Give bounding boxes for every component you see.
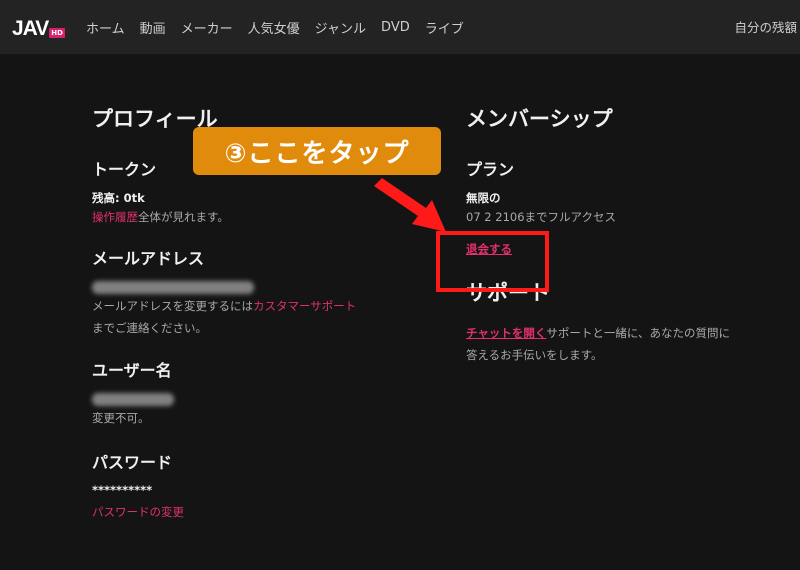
password-masked: ********** (92, 483, 153, 497)
support-text-line2: 答えるお手伝いをします。 (466, 348, 603, 362)
nav-item-makers[interactable]: メーカー (181, 18, 233, 37)
site-logo[interactable]: JAV HD (12, 14, 65, 40)
support-text-line1: チャットを開くサポートと一緒に、あなたの質問に (466, 322, 796, 344)
plan-heading: プラン (466, 160, 515, 179)
password-heading: パスワード (92, 453, 173, 472)
main-nav: ホーム 動画 メーカー 人気女優 ジャンル DVD ライブ (86, 0, 479, 54)
membership-title: メンバーシップ (466, 107, 613, 131)
nav-item-home[interactable]: ホーム (86, 18, 125, 37)
history-link[interactable]: 操作履歴 (92, 210, 138, 224)
highlight-box (436, 231, 549, 292)
nav-item-live[interactable]: ライブ (425, 18, 464, 37)
username-value-blurred (92, 391, 422, 407)
email-value-blurred (92, 279, 422, 295)
nav-item-actresses[interactable]: 人気女優 (248, 18, 300, 37)
open-chat-link[interactable]: チャットを開く (466, 326, 546, 340)
password-change-link-row: パスワードの変更 (92, 501, 422, 523)
top-navigation-bar: JAV HD ホーム 動画 メーカー 人気女優 ジャンル DVD ライブ 自分の… (0, 0, 800, 54)
logo-badge: HD (49, 28, 65, 38)
password-change-link[interactable]: パスワードの変更 (92, 505, 184, 519)
callout-text: ③ここをタップ (224, 138, 410, 169)
username-heading: ユーザー名 (92, 361, 172, 380)
customer-support-link[interactable]: カスタマーサポート (253, 299, 356, 313)
nav-item-dvd[interactable]: DVD (381, 20, 410, 35)
plan-name: 無限の (466, 191, 501, 205)
red-arrow-icon (374, 178, 446, 232)
email-heading: メールアドレス (92, 249, 205, 268)
email-note-prefix: メールアドレスを変更するには (92, 299, 253, 313)
logo-text: JAV (12, 17, 49, 40)
history-suffix: 全体が見れます。 (138, 210, 229, 224)
account-balance-link[interactable]: 自分の残額 (734, 17, 797, 36)
email-note-suffix: までご連絡ください。 (92, 321, 207, 335)
nav-item-videos[interactable]: 動画 (140, 18, 166, 37)
plan-note: 07 2 2106までフルアクセス (466, 210, 616, 224)
nav-item-genres[interactable]: ジャンル (315, 18, 366, 37)
tap-here-callout: ③ここをタップ (193, 127, 441, 175)
username-note: 変更不可。 (92, 411, 150, 425)
support-text-1: サポートと一緒に、あなたの質問に (546, 326, 731, 340)
email-note-line1: メールアドレスを変更するにはカスタマーサポート (92, 295, 422, 317)
